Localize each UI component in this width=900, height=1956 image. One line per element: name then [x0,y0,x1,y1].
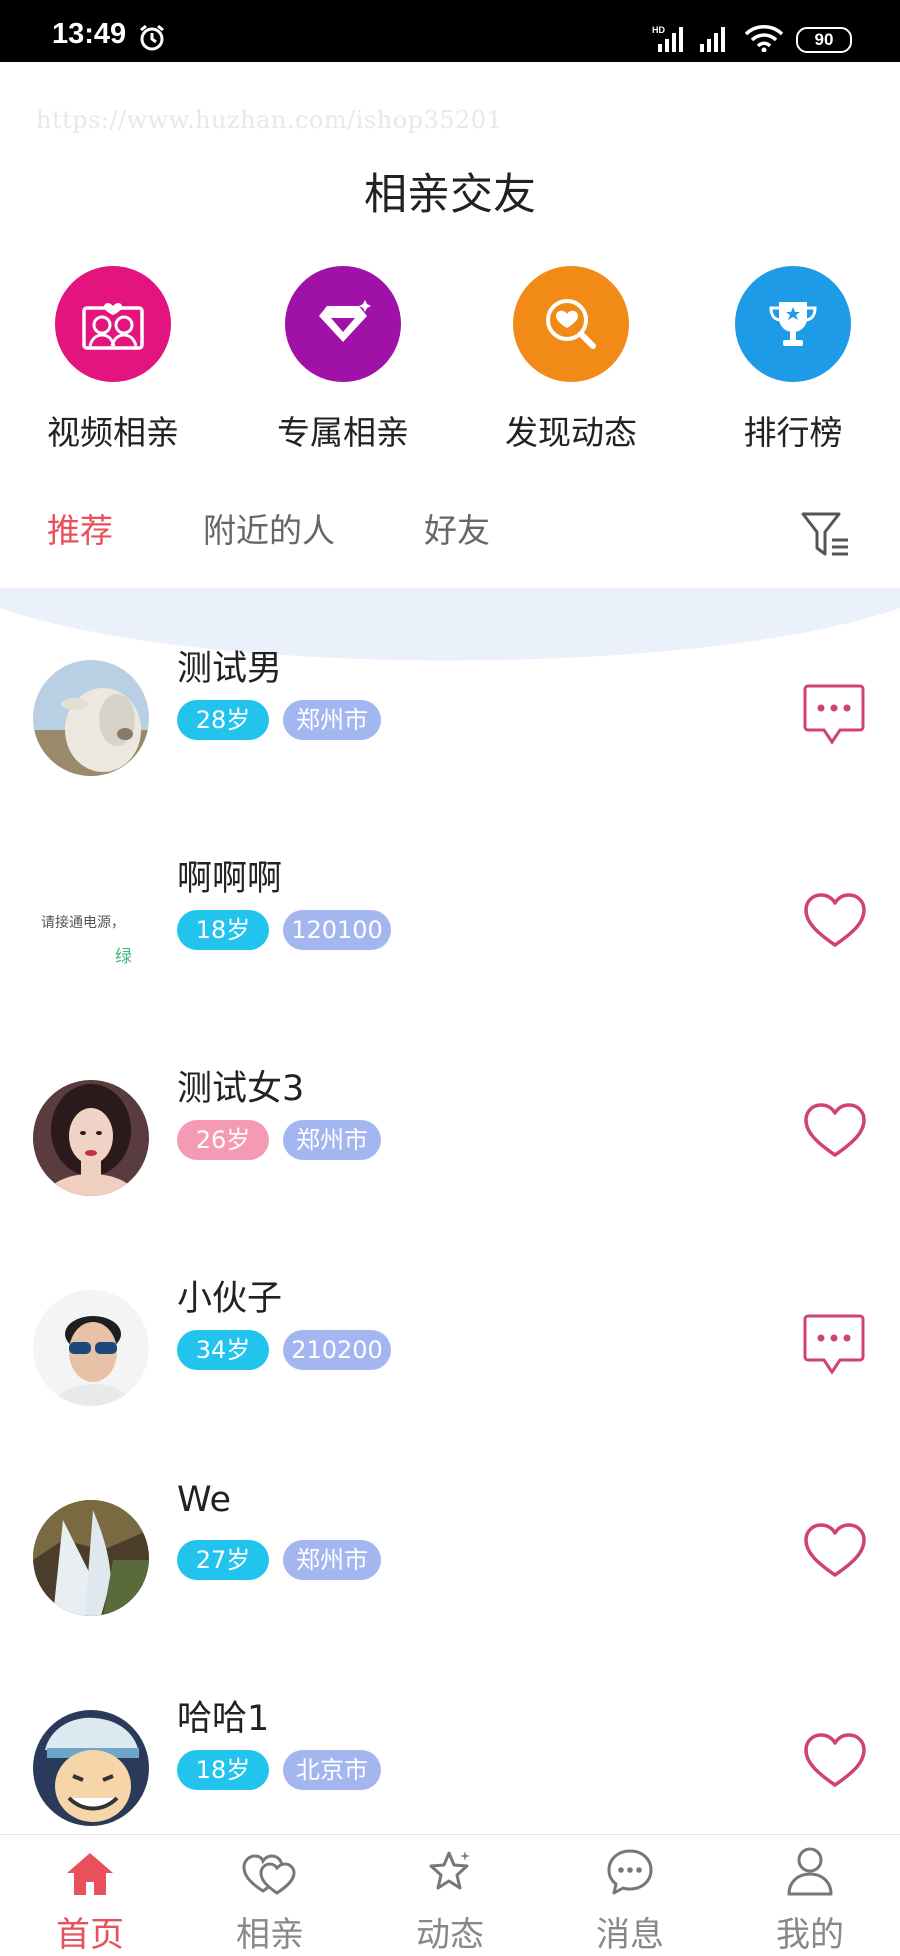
age-badge: 34岁 [177,1330,269,1370]
man-sunglasses-avatar[interactable] [33,1290,149,1406]
bottom-nav: 首页 相亲 动态 消息 我的 [0,1834,900,1955]
nav-moments[interactable]: 动态 [370,1835,530,1956]
nav-messages-label: 消息 [596,1915,664,1955]
quick-action-label: 专属相亲 [277,413,409,452]
status-bar: 13:49 HD 90 [0,0,900,62]
quick-action-label: 视频相亲 [47,413,179,452]
signal-hd-icon: HD [652,25,683,52]
battery-indicator: 90 [796,27,852,53]
avatar-text-green: 绿 [115,947,132,967]
home-icon [67,1853,113,1895]
star-icon [429,1851,470,1890]
chat-icon [607,1849,653,1895]
user-name: 啊啊啊 [177,859,283,899]
nav-dating[interactable]: 相亲 [190,1835,350,1956]
quick-action-label: 发现动态 [505,413,637,452]
sheep-avatar[interactable] [33,660,149,776]
cartoon-avatar[interactable] [33,1710,149,1826]
nav-profile-label: 我的 [776,1915,844,1955]
location-badge: 郑州市 [283,1540,381,1580]
heart-icon[interactable] [802,1522,868,1580]
location-badge: 120100 [283,910,391,950]
svg-text:HD: HD [652,25,665,35]
age-badge: 18岁 [177,1750,269,1790]
nav-messages[interactable]: 消息 [550,1835,710,1956]
waterfall-avatar[interactable] [33,1500,149,1616]
nav-home-label: 首页 [56,1915,124,1955]
video-couple-icon [55,266,171,382]
profile-icon [787,1847,833,1896]
heart-icon[interactable] [802,892,868,950]
user-name: 小伙子 [177,1279,283,1319]
nav-moments-label: 动态 [416,1915,484,1955]
age-badge: 28岁 [177,700,269,740]
user-row[interactable]: 测试男 28岁 郑州市 [0,649,900,850]
heart-icon[interactable] [802,1732,868,1790]
location-badge: 北京市 [283,1750,381,1790]
tab-friends[interactable]: 好友 [424,504,490,552]
age-badge: 27岁 [177,1540,269,1580]
woman-avatar[interactable] [33,1080,149,1196]
quick-action-video-dating[interactable]: 视频相亲 [18,266,208,454]
location-badge: 210200 [283,1330,391,1370]
age-badge: 18岁 [177,910,269,950]
signal-icon [700,27,725,52]
quick-action-exclusive-dating[interactable]: 专属相亲 [248,266,438,454]
wifi-icon [744,25,784,52]
quick-action-discover-moments[interactable]: 发现动态 [476,266,666,454]
nav-dating-label: 相亲 [236,1915,304,1955]
user-row[interactable]: 请接通电源， 绿 啊啊啊 18岁 120100 [0,859,900,1060]
header-wave-decoration [0,588,900,661]
user-row[interactable]: 测试女3 26岁 郑州市 [0,1069,900,1270]
location-badge: 郑州市 [283,700,381,740]
search-heart-icon [513,266,629,382]
user-row[interactable]: 小伙子 34岁 210200 [0,1279,900,1480]
watermark: https://www.huzhan.com/ishop35201 [36,106,503,134]
message-icon[interactable] [802,1312,866,1378]
trophy-icon [735,266,851,382]
user-name: We [177,1480,232,1520]
status-time: 13:49 [52,18,127,50]
hearts-icon [242,1854,296,1895]
page-title: 相亲交友 [364,170,536,220]
alarm-icon [140,24,164,51]
text-avatar[interactable]: 请接通电源， 绿 [33,870,149,986]
user-name: 测试女3 [177,1069,305,1109]
nav-home[interactable]: 首页 [10,1835,170,1956]
diamond-icon [285,266,401,382]
tab-nearby[interactable]: 附近的人 [203,504,335,552]
message-icon[interactable] [802,682,866,748]
quick-action-label: 排行榜 [743,413,843,452]
user-name: 测试男 [177,649,283,689]
avatar-text: 请接通电源， [41,915,125,931]
user-name: 哈哈1 [177,1699,270,1739]
filter-icon[interactable] [800,510,852,560]
location-badge: 郑州市 [283,1120,381,1160]
quick-action-leaderboard[interactable]: 排行榜 [698,266,888,454]
age-badge: 26岁 [177,1120,269,1160]
nav-profile[interactable]: 我的 [730,1835,890,1956]
tab-recommend[interactable]: 推荐 [47,504,113,552]
heart-icon[interactable] [802,1102,868,1160]
user-row[interactable]: We 27岁 郑州市 [0,1480,900,1690]
